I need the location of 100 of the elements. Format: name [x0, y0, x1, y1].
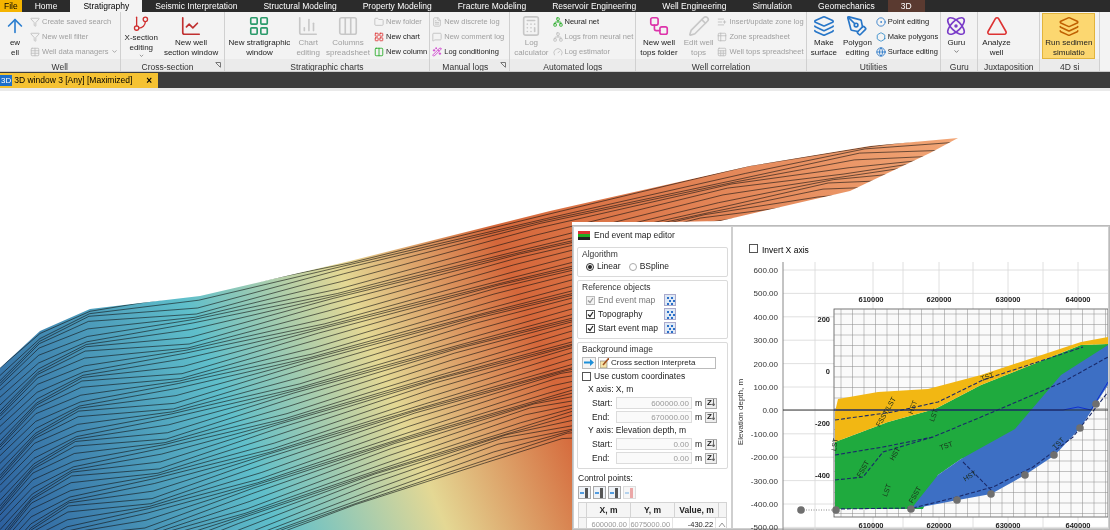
radio-button[interactable] [628, 262, 637, 271]
ribbon-button[interactable]: Polygon editing [840, 13, 874, 59]
menu-tab[interactable]: Geomechanics [805, 0, 888, 12]
caret-icon [137, 53, 145, 59]
ribbon-button[interactable]: Make surface [808, 13, 839, 59]
brush-icon [600, 357, 609, 368]
unit-label: m [694, 437, 704, 451]
wand-icon [432, 46, 443, 57]
axis-tick-label: 300.00 [753, 336, 778, 346]
section-title: Control points: [577, 472, 634, 484]
checkbox-label: Topography [598, 307, 644, 321]
document-tab[interactable]: 3D 3D window 3 [Any] [Maximized] × [0, 73, 159, 88]
arrow-bar-icon [609, 487, 620, 498]
network-icon [552, 31, 563, 42]
field-label: Start: [592, 396, 614, 410]
group-title: Cross-section [141, 62, 194, 71]
section-title: Reference objects [582, 281, 652, 293]
image-field[interactable]: Cross section interpreta [598, 356, 716, 369]
toolbar-button[interactable] [593, 486, 606, 499]
column-header: Value, m [679, 503, 714, 517]
control-point[interactable] [987, 490, 995, 498]
checkbox[interactable] [586, 323, 595, 333]
control-point[interactable] [1050, 451, 1058, 459]
group-title: Stratigraphic charts [290, 62, 364, 71]
axis-title: Elevation depth, m [736, 378, 745, 446]
unit-label: m [694, 396, 704, 410]
ribbon-button[interactable]: New well section window [161, 13, 221, 59]
control-point[interactable] [1092, 400, 1100, 408]
toolbar-button[interactable] [578, 486, 591, 499]
menu-tab[interactable]: File [0, 0, 22, 12]
launcher-icon[interactable] [214, 62, 221, 68]
arrow-down-icon [712, 413, 715, 421]
menu-tab[interactable]: Reservoir Engineering [539, 0, 650, 12]
caret-icon [110, 48, 118, 55]
toolbar-button[interactable] [608, 486, 621, 499]
group-title: Well correlation [691, 62, 751, 71]
arrow-button[interactable] [582, 356, 596, 369]
control-point[interactable] [907, 505, 915, 513]
axis-tick-label: -200.00 [750, 453, 778, 463]
atom-icon [945, 15, 968, 37]
grid-icon [248, 15, 271, 37]
ribbon-button[interactable]: X-section editing [122, 13, 160, 59]
axis-title: X axis: X, m [587, 383, 635, 396]
group-title: Juxtaposition [984, 62, 1034, 71]
menu-tab[interactable]: Structural Modeling [250, 0, 350, 12]
ribbon-button[interactable]: Run sedimen simulatio [1042, 13, 1096, 59]
ribbon-button[interactable]: ew ell [2, 13, 28, 59]
menu-tab[interactable]: Well Engineering [649, 0, 740, 12]
ribbon-button[interactable]: New well tops folder [638, 13, 680, 59]
dialog-title: End event map editor [594, 229, 675, 242]
checkbox-label: End event map [598, 293, 657, 307]
arrow-down-icon [712, 454, 715, 462]
control-point[interactable] [832, 506, 840, 514]
menu-tab[interactable]: Seismic Interpretation [142, 0, 251, 12]
filter-icon [30, 31, 40, 42]
checkbox[interactable] [582, 372, 591, 381]
arrow-bar-icon [624, 487, 635, 498]
control-point[interactable] [1076, 424, 1084, 432]
axis-tick-label: 400.00 [753, 312, 778, 322]
checkbox[interactable] [586, 309, 595, 319]
axis-tick-label: 500.00 [753, 289, 778, 299]
axis-tick-label: 0.00 [762, 406, 778, 416]
axis-tick-label: -300.00 [750, 476, 778, 486]
column-header: X, m [599, 503, 618, 517]
columns-icon [374, 46, 384, 57]
list-icon [717, 16, 728, 27]
axis-tick-label: 100.00 [753, 383, 778, 392]
checkbox[interactable] [749, 244, 758, 253]
columns-icon [336, 15, 359, 37]
ribbon-button[interactable]: Guru [943, 13, 970, 59]
menu-tab[interactable]: Property Modeling [349, 0, 445, 12]
radio-label: Linear [597, 260, 621, 273]
grid-icon [374, 31, 384, 42]
ribbon-button[interactable]: Analyze well [980, 13, 1013, 59]
field-label: End: [592, 410, 611, 424]
axis-tick-label: -400.00 [750, 500, 778, 509]
workflow-icon [647, 15, 670, 37]
close-icon[interactable]: × [146, 73, 153, 88]
unit-label: m [694, 410, 704, 424]
table-icon [30, 46, 40, 57]
caret-icon [952, 48, 960, 55]
arrow-down-icon [712, 440, 715, 448]
menu-tab[interactable]: Fracture Modeling [444, 0, 540, 12]
control-point[interactable] [1021, 471, 1029, 479]
group-title: Well [51, 62, 68, 71]
radio-button[interactable] [586, 262, 594, 271]
chart-icon [297, 15, 320, 37]
control-point[interactable] [797, 506, 805, 514]
ribbon-button[interactable]: New stratigraphic window [226, 13, 293, 59]
axis-tick-label: -500.00 [750, 523, 778, 530]
tab-title: 3D window 3 [Any] [Maximized] [14, 74, 133, 87]
menu-tab[interactable]: Home [21, 0, 71, 12]
menu-tab[interactable]: 3D [887, 0, 925, 12]
triangle-icon [985, 15, 1008, 37]
table-icon [717, 46, 728, 57]
menu-tab[interactable]: Stratigraphy [70, 0, 143, 12]
network-icon [552, 16, 563, 27]
menu-tab[interactable]: Simulation [739, 0, 806, 12]
launcher-icon[interactable] [500, 62, 507, 68]
control-point[interactable] [953, 496, 961, 504]
